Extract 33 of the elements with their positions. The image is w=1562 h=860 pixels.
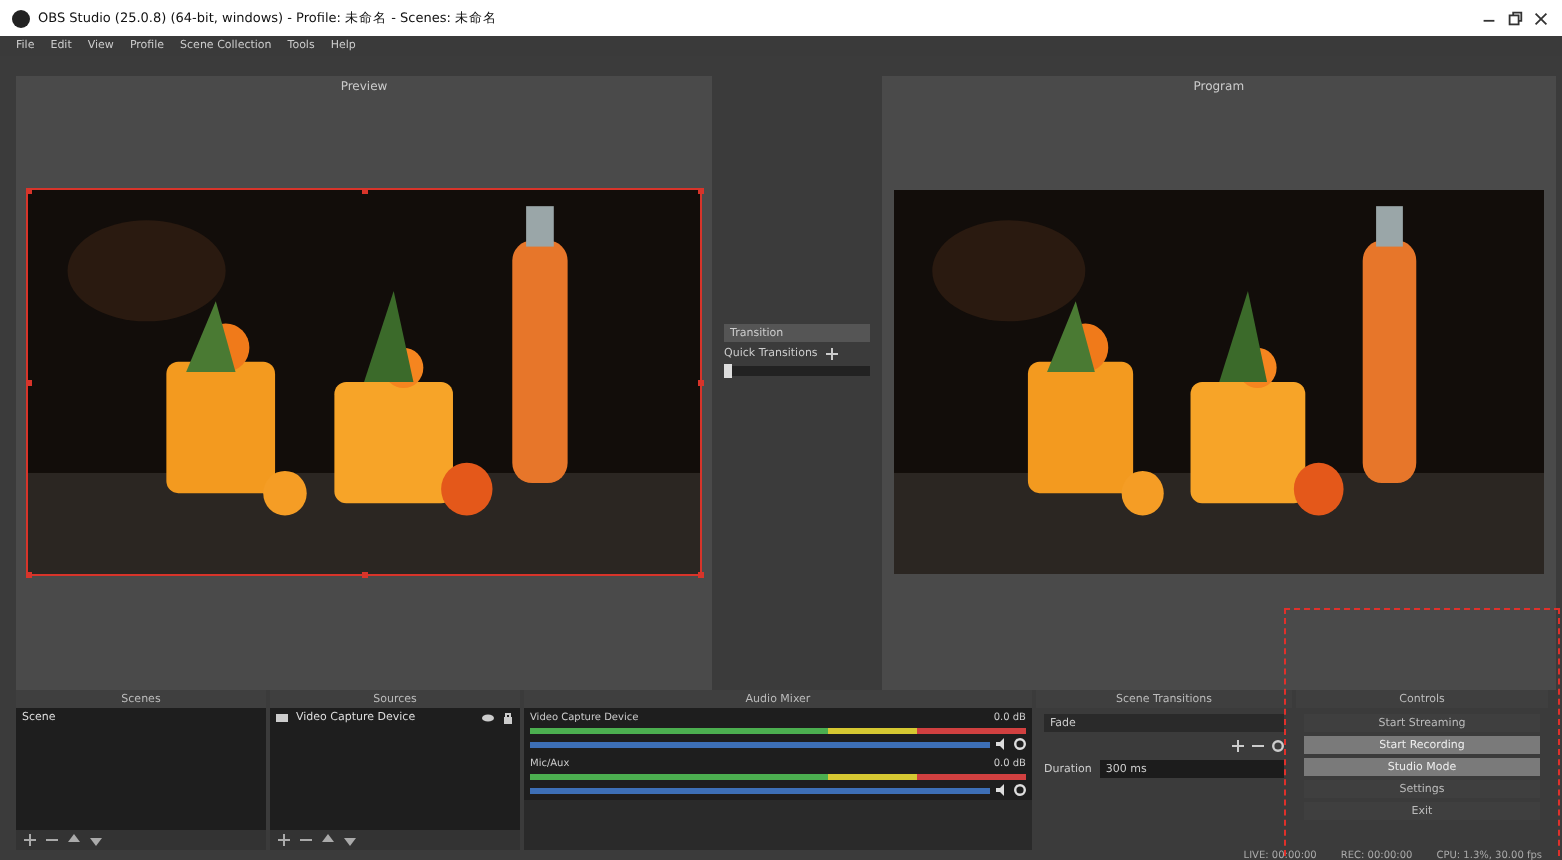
plus-icon[interactable]: [278, 834, 290, 846]
speaker-icon[interactable]: [996, 738, 1008, 750]
plus-icon[interactable]: [1232, 740, 1244, 752]
resize-handle[interactable]: [697, 379, 704, 385]
minus-icon[interactable]: [300, 834, 312, 846]
minus-icon[interactable]: [1252, 740, 1264, 752]
volume-slider-fill[interactable]: [530, 787, 990, 793]
down-arrow-icon[interactable]: [344, 834, 356, 846]
resize-handle[interactable]: [361, 571, 368, 577]
up-arrow-icon[interactable]: [322, 834, 334, 846]
speaker-icon[interactable]: [996, 784, 1008, 796]
volume-slider-fill[interactable]: [530, 741, 990, 747]
resize-handle[interactable]: [697, 571, 704, 577]
close-icon[interactable]: [1532, 9, 1550, 27]
minus-icon[interactable]: [46, 834, 58, 846]
resize-handle[interactable]: [25, 379, 31, 385]
app-logo-icon: [12, 9, 30, 27]
gear-icon[interactable]: [1014, 784, 1026, 796]
down-arrow-icon[interactable]: [90, 834, 102, 846]
plus-icon[interactable]: [825, 348, 838, 360]
plus-icon[interactable]: [24, 834, 36, 846]
resize-handle[interactable]: [25, 187, 31, 193]
eye-icon[interactable]: [482, 712, 494, 724]
resize-handle[interactable]: [697, 187, 704, 193]
gear-icon[interactable]: [1272, 740, 1284, 752]
up-arrow-icon[interactable]: [68, 834, 80, 846]
restore-icon[interactable]: [1506, 9, 1524, 27]
transition-slider-thumb[interactable]: [724, 364, 733, 378]
resize-handle[interactable]: [25, 571, 31, 577]
lock-icon[interactable]: [502, 712, 514, 724]
camera-icon: [276, 712, 288, 724]
gear-icon[interactable]: [1014, 738, 1026, 750]
resize-handle[interactable]: [361, 187, 368, 193]
